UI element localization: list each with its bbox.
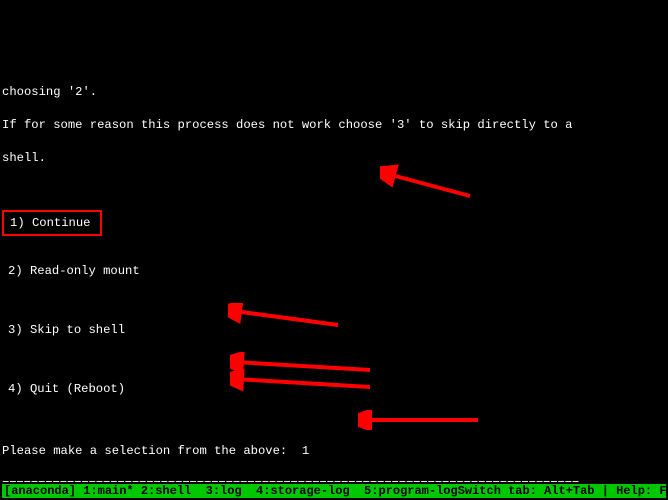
menu-option-continue[interactable]: 1) Continue xyxy=(2,210,102,236)
selection-prompt: Please make a selection from the above: … xyxy=(2,443,666,459)
menu-option-quit[interactable]: 4) Quit (Reboot) xyxy=(2,379,666,399)
status-bar: [anaconda] 1:main* 2:shell 3:log 4:stora… xyxy=(2,484,666,498)
intro-line3: shell. xyxy=(2,150,666,166)
menu-option-readonly[interactable]: 2) Read-only mount xyxy=(2,261,666,281)
intro-line1: choosing '2'. xyxy=(2,84,666,100)
statusbar-help: Switch tab: Alt+Tab | Help: F1 xyxy=(458,484,668,498)
selection-value[interactable]: 1 xyxy=(302,444,309,458)
intro-line2: If for some reason this process does not… xyxy=(2,117,666,133)
terminal-output: choosing '2'. If for some reason this pr… xyxy=(2,68,666,500)
statusbar-tabs[interactable]: [anaconda] 1:main* 2:shell 3:log 4:stora… xyxy=(2,484,458,498)
menu-option-skip[interactable]: 3) Skip to shell xyxy=(2,320,666,340)
